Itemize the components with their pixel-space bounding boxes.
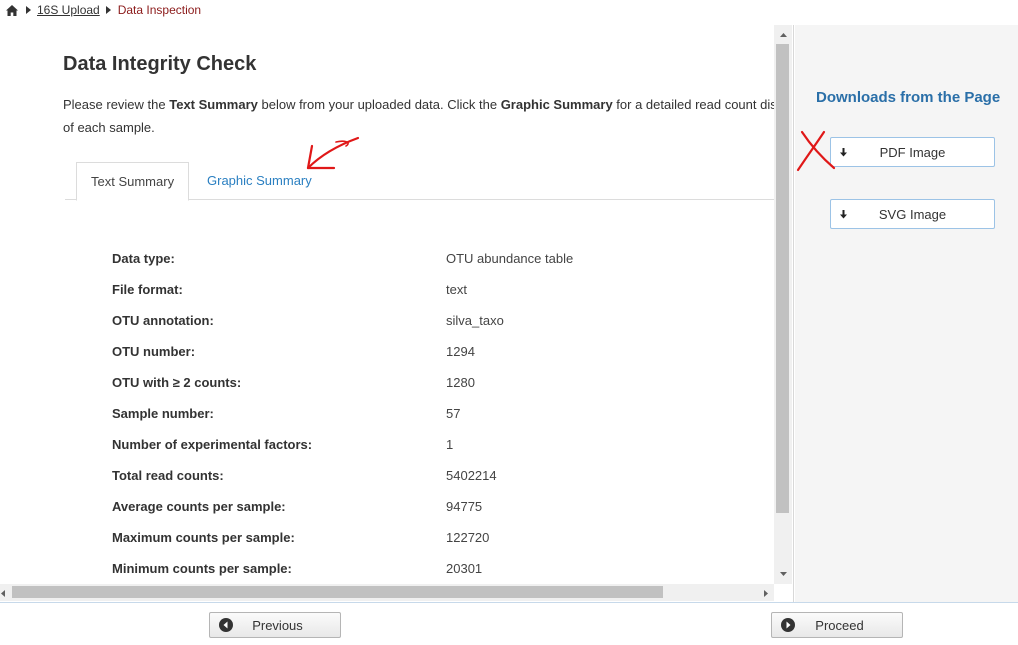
tab-text-summary[interactable]: Text Summary	[76, 162, 190, 201]
summary-label: OTU with ≥ 2 counts:	[112, 375, 242, 390]
summary-value: text	[446, 282, 467, 297]
intro-part: below from your uploaded data. Click the	[257, 97, 501, 112]
downloads-title: Downloads from the Page	[816, 89, 1001, 106]
proceed-label: Proceed	[815, 617, 864, 633]
summary-row: Average counts per sample: 94775	[112, 491, 752, 522]
summary-value: 57	[446, 406, 461, 421]
summary-row: Data type: OTU abundance table	[112, 243, 752, 274]
breadcrumb-current: Data Inspection	[117, 3, 202, 17]
summary-row: Minimum counts per sample: 20301	[112, 553, 752, 584]
arrow-right-circle-icon	[781, 618, 795, 632]
arrow-left-circle-icon	[219, 618, 233, 632]
main-content: Data Integrity Check Please review the T…	[0, 25, 774, 584]
vertical-scrollbar[interactable]	[774, 25, 792, 584]
intro-part: Please review the	[63, 97, 170, 112]
summary-value: 20301	[446, 561, 483, 576]
summary-value: 1294	[446, 344, 475, 359]
horizontal-scrollbar-thumb[interactable]	[12, 586, 663, 598]
caret-right-icon	[22, 6, 34, 14]
pdf-image-button[interactable]: PDF Image	[830, 137, 995, 167]
scroll-up-icon[interactable]	[774, 27, 792, 43]
summary-value: 122720	[446, 530, 490, 545]
summary-row: Maximum counts per sample: 122720	[112, 522, 752, 553]
summary-row: OTU annotation: silva_taxo	[112, 305, 752, 336]
summary-row: Number of experimental factors: 1	[112, 429, 752, 460]
scroll-left-icon[interactable]	[0, 585, 9, 601]
summary-label: Sample number:	[112, 406, 214, 421]
summary-label: Maximum counts per sample:	[112, 530, 295, 545]
breadcrumb: 16S Upload Data Inspection	[0, 0, 794, 20]
home-icon[interactable]	[5, 3, 19, 17]
caret-right-icon	[103, 6, 115, 14]
previous-label: Previous	[252, 617, 303, 633]
svg-image-label: SVG Image	[878, 206, 947, 222]
summary-label: Data type:	[112, 251, 175, 266]
summary-value: silva_taxo	[446, 313, 504, 328]
summary-row: OTU number: 1294	[112, 336, 752, 367]
tab-graphic-summary[interactable]: Graphic Summary	[193, 162, 326, 200]
summary-label: Average counts per sample:	[112, 499, 286, 514]
main-panel: Data Integrity Check Please review the T…	[0, 25, 794, 602]
summary-label: OTU number:	[112, 344, 196, 359]
intro-bold: Graphic Summary	[500, 97, 613, 112]
summary-value: OTU abundance table	[446, 251, 574, 266]
summary-row: Sample number: 57	[112, 398, 752, 429]
pdf-image-label: PDF Image	[879, 144, 946, 160]
previous-button[interactable]: Previous	[209, 612, 341, 638]
summary-tabs: Text Summary Graphic Summary	[65, 162, 774, 201]
footer-nav: Previous Proceed	[0, 602, 1018, 645]
summary-label: Number of experimental factors:	[112, 437, 313, 452]
download-icon	[831, 209, 855, 219]
summary-value: 94775	[446, 499, 483, 514]
scroll-right-icon[interactable]	[760, 585, 772, 601]
scroll-down-icon[interactable]	[774, 566, 792, 582]
summary-label: Minimum counts per sample:	[112, 561, 292, 576]
summary-label: OTU annotation:	[112, 313, 214, 328]
summary-row: Total read counts: 5402214	[112, 460, 752, 491]
horizontal-scrollbar[interactable]	[0, 584, 774, 601]
summary-value: 1	[446, 437, 454, 452]
summary-value: 1280	[446, 375, 475, 390]
intro-bold: Text Summary	[169, 97, 258, 112]
downloads-panel: Downloads from the Page PDF Image SVG Im…	[795, 25, 1018, 602]
summary-value: 5402214	[446, 468, 497, 483]
intro-text: Please review the Text Summary below fro…	[63, 93, 774, 139]
vertical-scrollbar-thumb[interactable]	[776, 44, 789, 513]
summary-label: File format:	[112, 282, 183, 297]
svg-image-button[interactable]: SVG Image	[830, 199, 995, 229]
breadcrumb-link-16s-upload[interactable]: 16S Upload	[37, 3, 100, 17]
page-title: Data Integrity Check	[63, 53, 257, 75]
summary-table: Data type: OTU abundance table File form…	[112, 243, 752, 584]
proceed-button[interactable]: Proceed	[771, 612, 903, 638]
download-icon	[831, 147, 855, 157]
summary-row: File format: text	[112, 274, 752, 305]
summary-label: Total read counts:	[112, 468, 224, 483]
summary-row: OTU with ≥ 2 counts: 1280	[112, 367, 752, 398]
